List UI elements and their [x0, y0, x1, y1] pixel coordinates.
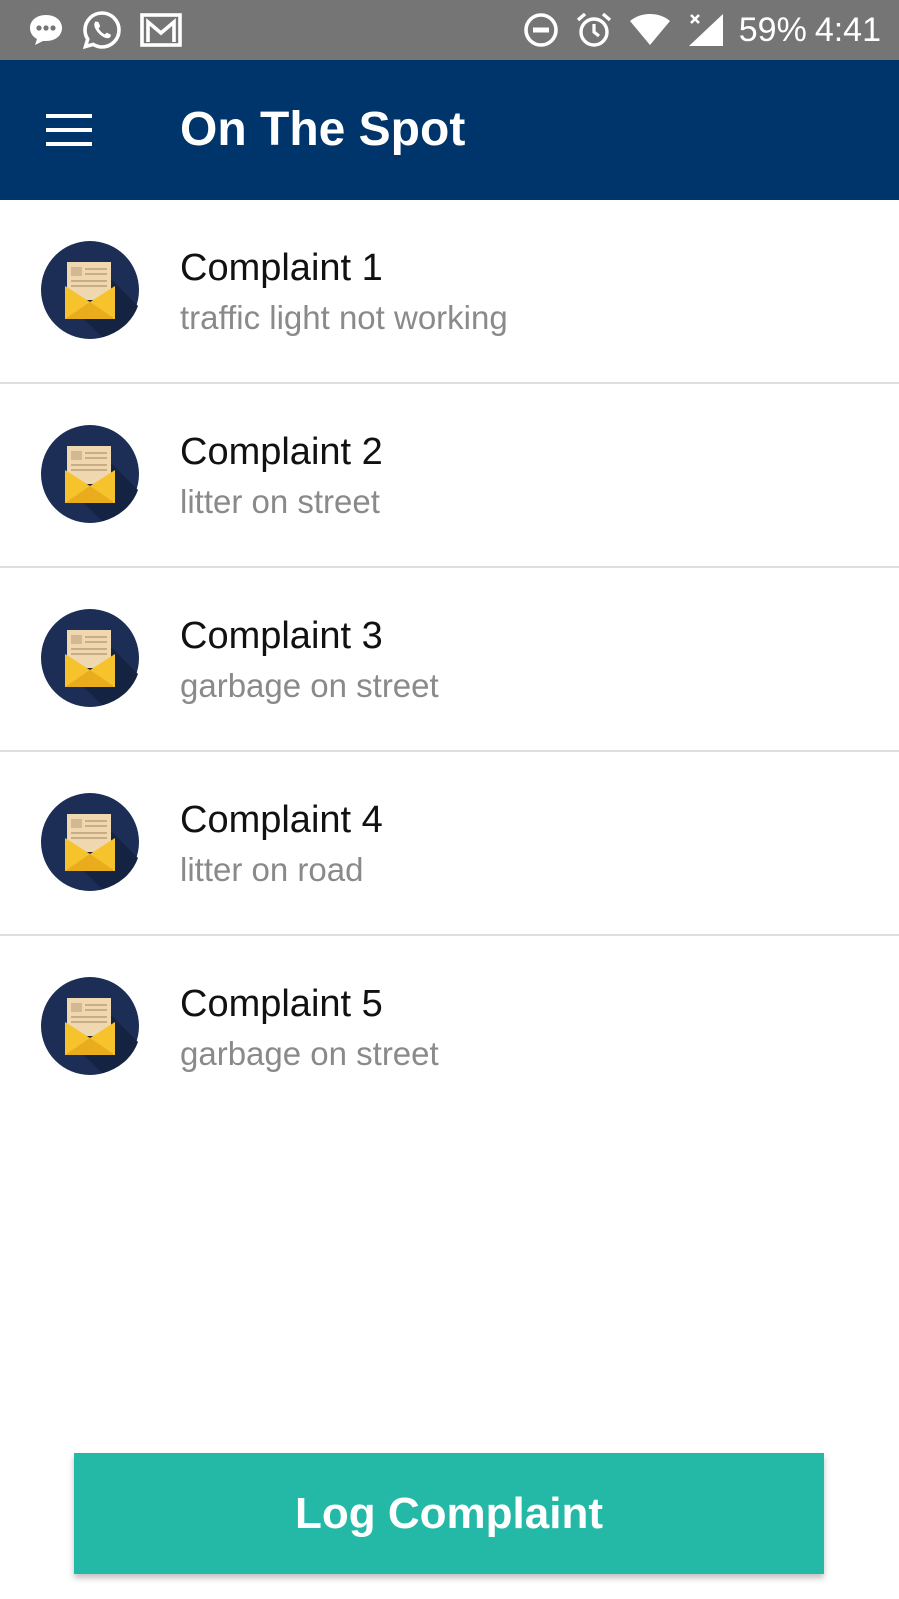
- complaint-title: Complaint 1: [180, 247, 383, 289]
- status-bar: 59% 4:41: [0, 0, 899, 60]
- signal-icon: [687, 12, 725, 48]
- envelope-letter-icon: [40, 608, 140, 708]
- complaint-title: Complaint 4: [180, 799, 383, 841]
- complaint-title: Complaint 5: [180, 983, 383, 1025]
- complaint-description: litter on street: [180, 483, 380, 520]
- envelope-letter-icon: [40, 240, 140, 340]
- page-title: On The Spot: [180, 103, 466, 156]
- complaint-title: Complaint 2: [180, 431, 383, 473]
- list-item[interactable]: Complaint 2 litter on street: [0, 384, 899, 568]
- list-item[interactable]: Complaint 1 traffic light not working: [0, 200, 899, 384]
- complaint-description: traffic light not working: [180, 299, 508, 336]
- complaint-description: garbage on street: [180, 667, 439, 704]
- messages-icon: [28, 12, 64, 48]
- gmail-icon: [140, 12, 182, 48]
- alarm-icon: [575, 11, 613, 49]
- list-item[interactable]: Complaint 3 garbage on street: [0, 568, 899, 752]
- complaint-list: Complaint 1 traffic light not working Co…: [0, 200, 899, 1120]
- envelope-letter-icon: [40, 792, 140, 892]
- list-item[interactable]: Complaint 5 garbage on street: [0, 936, 899, 1120]
- envelope-letter-icon: [40, 976, 140, 1076]
- complaint-description: garbage on street: [180, 1035, 439, 1072]
- notification-icons: [28, 10, 200, 50]
- do-not-disturb-icon: [523, 12, 559, 48]
- hamburger-menu-icon[interactable]: [44, 110, 94, 150]
- envelope-letter-icon: [40, 424, 140, 524]
- list-item[interactable]: Complaint 4 litter on road: [0, 752, 899, 936]
- system-icons: 59% 4:41: [507, 10, 881, 50]
- complaint-title: Complaint 3: [180, 615, 383, 657]
- battery-percentage: 59%: [738, 10, 807, 49]
- app-bar: On The Spot: [0, 60, 899, 200]
- log-complaint-button[interactable]: Log Complaint: [74, 1453, 824, 1574]
- wifi-icon: [629, 12, 671, 48]
- complaint-description: litter on road: [180, 851, 364, 888]
- whatsapp-icon: [82, 10, 122, 50]
- clock: 4:41: [814, 10, 881, 49]
